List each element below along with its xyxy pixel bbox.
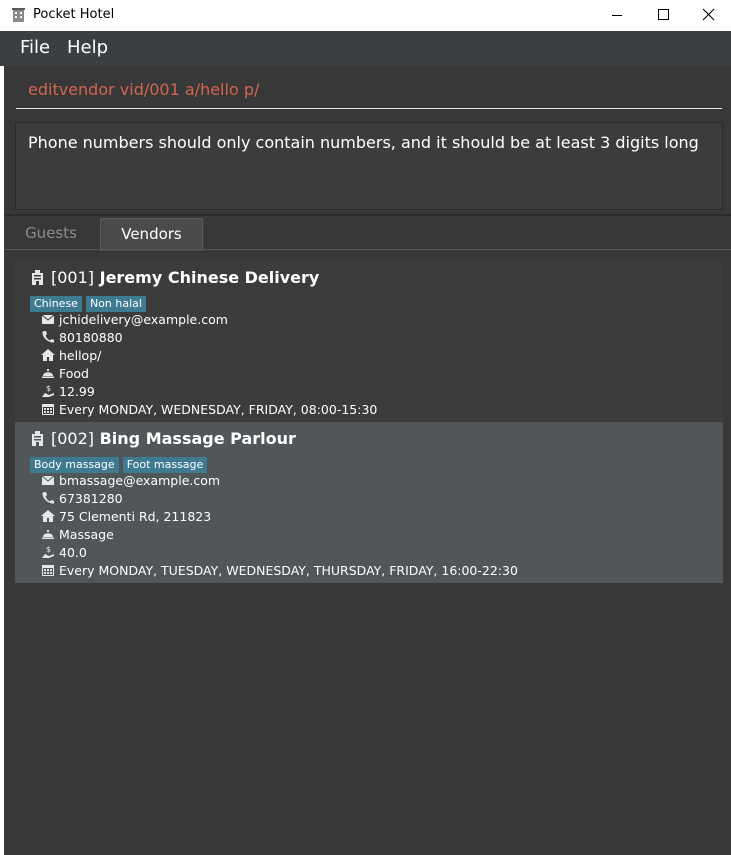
cost-icon: $ (42, 545, 54, 558)
calendar-icon (42, 565, 54, 576)
vendor-address: 75 Clementi Rd, 211823 (59, 509, 212, 524)
vendor-phone: 67381280 (59, 491, 123, 506)
phone-icon (42, 492, 54, 504)
vendor-cost: 12.99 (59, 384, 95, 399)
minimize-icon[interactable] (594, 0, 640, 31)
email-icon (41, 314, 55, 324)
maximize-icon[interactable] (640, 0, 686, 31)
vendor-title: [001] Jeremy Chinese Delivery (51, 268, 319, 287)
window-title: Pocket Hotel (33, 7, 115, 22)
service-bell-icon (42, 530, 54, 539)
service-bell-icon (42, 369, 54, 378)
cost-icon: $ (42, 384, 54, 397)
svg-text:$: $ (46, 545, 51, 554)
vendor-cost: 40.0 (59, 545, 87, 560)
hotel-app-icon (12, 8, 25, 22)
vendor-id: [001] (51, 268, 95, 287)
vendor-service: Food (59, 366, 89, 381)
tag: Foot massage (122, 457, 208, 473)
command-underline (16, 108, 722, 109)
window-titlebar: Pocket Hotel (0, 0, 731, 31)
home-icon (41, 510, 55, 522)
tag: Body massage (30, 457, 119, 473)
tab-guests[interactable]: Guests (4, 218, 98, 250)
main-panel: editvendor vid/001 a/hello p/ Phone numb… (4, 66, 731, 855)
menu-bar: File Help (0, 31, 731, 66)
vendor-schedule: Every MONDAY, TUESDAY, WEDNESDAY, THURSD… (59, 563, 518, 578)
close-icon[interactable] (685, 0, 731, 31)
tab-vendors[interactable]: Vendors (100, 218, 203, 251)
vendor-service: Massage (59, 527, 114, 542)
home-icon (41, 349, 55, 361)
tab-bar: Guests Vendors (4, 216, 731, 251)
vendor-card[interactable]: [002] Bing Massage Parlour Body massage F… (15, 422, 723, 583)
vendor-phone: 80180880 (59, 330, 123, 345)
vendor-card[interactable]: [001] Jeremy Chinese Delivery Chinese Non… (15, 261, 723, 422)
vendor-tags: Chinese Non halal (30, 292, 150, 312)
tab-underline (4, 249, 731, 250)
vendor-name: Bing Massage Parlour (99, 429, 296, 448)
calendar-icon (42, 404, 54, 415)
tag: Non halal (85, 296, 146, 312)
vendor-name: Jeremy Chinese Delivery (99, 268, 320, 287)
vendor-address: hellop/ (59, 348, 102, 363)
vendor-schedule: Every MONDAY, WEDNESDAY, FRIDAY, 08:00-1… (59, 402, 378, 417)
vendor-id: [002] (51, 429, 95, 448)
menu-file[interactable]: File (20, 37, 50, 58)
phone-icon (42, 331, 54, 343)
result-display: Phone numbers should only contain number… (15, 122, 723, 210)
result-message: Phone numbers should only contain number… (28, 133, 699, 152)
tag: Chinese (30, 296, 82, 312)
vendor-email: bmassage@example.com (59, 473, 221, 488)
vendor-email: jchidelivery@example.com (59, 312, 228, 327)
command-input[interactable]: editvendor vid/001 a/hello p/ (28, 80, 259, 99)
vendor-icon (32, 431, 43, 446)
menu-help[interactable]: Help (67, 37, 108, 58)
command-box[interactable]: editvendor vid/001 a/hello p/ (4, 66, 731, 116)
email-icon (41, 475, 55, 485)
vendor-icon (32, 270, 43, 285)
svg-text:$: $ (46, 384, 51, 393)
vendor-title: [002] Bing Massage Parlour (51, 429, 296, 448)
vendor-tags: Body massage Foot massage (30, 453, 211, 473)
